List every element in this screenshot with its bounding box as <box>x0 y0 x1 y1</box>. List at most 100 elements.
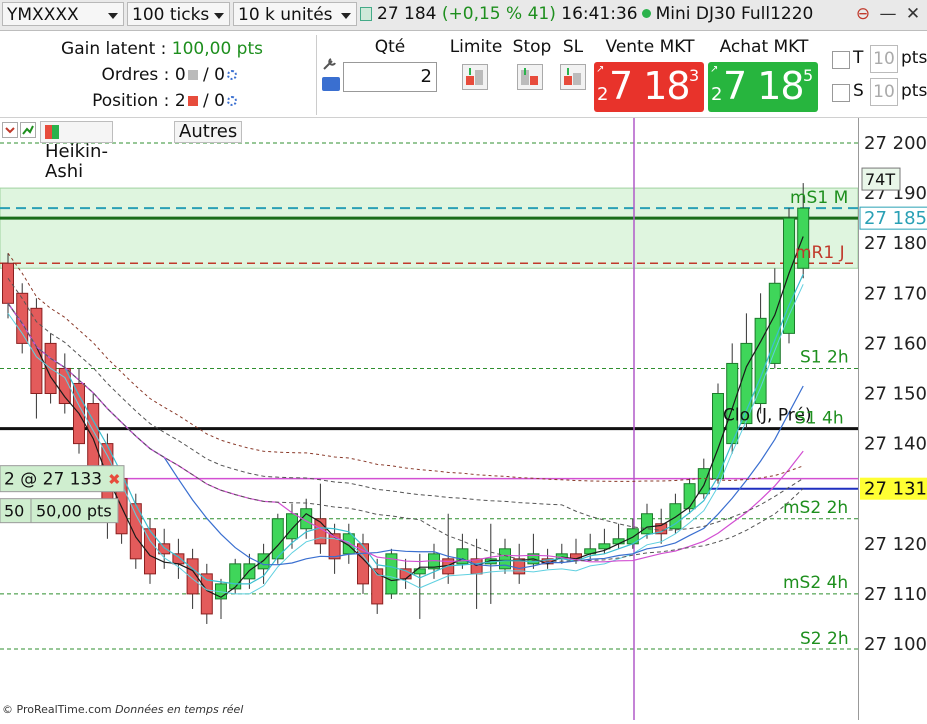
footer-brand: ProRealTime.com <box>16 703 112 716</box>
sell-market-button[interactable]: ↗ 2 7 18 3 <box>594 62 704 112</box>
limit-label: Limite <box>449 37 503 57</box>
y-tick-label: 27 120 <box>864 534 927 555</box>
y-tick-label: 27 110 <box>864 584 927 605</box>
y-tick-label: 27 180 <box>864 233 927 254</box>
candle-body <box>726 362 739 445</box>
price-chart[interactable]: mS1 MmR1 J S1 2h Clo (J, Pré) S1 4h mS2 2h mS… <box>0 118 859 720</box>
stop-order-button[interactable] <box>517 64 543 90</box>
candle-body <box>172 553 185 565</box>
buy-price-prefix: 2 <box>711 84 723 105</box>
minimize-icon[interactable]: — <box>876 3 900 25</box>
position-line: Position : 2 / 0 <box>92 91 237 111</box>
candle-body <box>286 513 298 540</box>
stop-loss-label: S <box>853 81 864 101</box>
y-tick-label: 27 100 <box>864 634 927 655</box>
level-label: S1 2h <box>800 347 849 367</box>
y-tick-label: 27 131 <box>864 479 927 500</box>
quote-time: 16:41:36 <box>561 4 638 24</box>
orders-pending: / 0 <box>203 65 225 85</box>
stop-checkbox[interactable] <box>832 84 850 102</box>
chevron-down-icon <box>108 13 118 19</box>
level-label: mS2 4h <box>783 573 848 593</box>
chevron-down-icon <box>341 13 351 19</box>
keyboard-icon[interactable] <box>322 77 340 91</box>
buy-mkt-label: Achat MKT <box>719 37 809 57</box>
limit-order-button[interactable] <box>462 64 488 90</box>
chart-canvas[interactable]: mS1 MmR1 JS1 2hClo (J, Pré)S1 4hmS2 2hmS… <box>0 118 859 720</box>
price-axis[interactable]: 27 200 27 190 27 180 27 170 27 160 27 150 27 1… <box>858 118 927 720</box>
stop-limit-order-button[interactable] <box>560 64 586 90</box>
ticks-label: 100 ticks <box>132 5 210 25</box>
candle-body <box>229 563 242 590</box>
collapse-icon[interactable] <box>2 122 18 138</box>
stop-unit: pts <box>901 81 927 101</box>
ticks-dropdown[interactable]: 100 ticks <box>127 2 230 26</box>
level-label: mR1 J <box>795 243 845 263</box>
order-arrow-icon: ↗ <box>596 64 605 75</box>
heikin-ashi-button[interactable]: Heikin-Ashi <box>40 121 113 182</box>
sell-price-main: 7 18 <box>609 64 691 108</box>
position-tag-label: 2 @ 27 133 <box>4 470 102 490</box>
chevron-down-icon <box>214 13 224 19</box>
qty-label: Qté <box>374 37 406 57</box>
candle-body <box>158 543 171 555</box>
last-price: 27 184 <box>377 4 437 24</box>
y-tick-label: 27 200 <box>864 133 927 154</box>
sl-label: SL <box>562 37 584 57</box>
stop-label: Stop <box>512 37 552 57</box>
gain-value: 100,00 pts <box>171 39 263 59</box>
candle-body <box>754 317 767 405</box>
close-position-icon[interactable] <box>187 96 198 106</box>
position-label: Position : <box>92 91 170 111</box>
stop-input[interactable]: 10 <box>870 78 898 106</box>
target-input[interactable]: 10 <box>870 45 898 73</box>
y-tick-label: 27 170 <box>864 283 927 304</box>
sell-price-prefix: 2 <box>597 84 609 105</box>
symbol-dropdown[interactable]: YMXXXX <box>2 2 124 26</box>
resistance-zone <box>0 187 859 269</box>
current-price-label: 27 185 <box>864 208 927 229</box>
others-button[interactable]: Autres <box>174 121 243 143</box>
candle-red-icon <box>45 125 52 139</box>
candle-body <box>697 468 710 495</box>
gear-icon[interactable] <box>227 70 237 80</box>
gain-line: Gain latent : 100,00 pts <box>61 39 263 59</box>
pnl-tag-label-a: 50 <box>4 502 24 521</box>
candle-body <box>612 538 625 545</box>
wrench-icon[interactable] <box>322 57 338 71</box>
order-panel: Gain latent : 100,00 pts Ordres : 0 / 0 … <box>0 31 927 118</box>
volume-label: 74T <box>865 170 895 189</box>
y-tick-label: 27 160 <box>864 333 927 354</box>
buy-price-main: 7 18 <box>723 64 805 108</box>
level-label: S2 2h <box>800 629 849 649</box>
orders-line: Ordres : 0 / 0 <box>101 65 237 85</box>
buy-market-button[interactable]: ↗ 2 7 18 5 <box>708 62 818 112</box>
quantity-input[interactable]: 2 <box>343 62 437 92</box>
close-position-icon[interactable]: ✖ <box>108 471 121 489</box>
target-checkbox[interactable] <box>832 51 850 69</box>
y-tick-label: 27 150 <box>864 384 927 405</box>
close-icon[interactable]: ✕ <box>901 3 925 25</box>
contract-name: Mini DJ30 Full1220 <box>655 4 814 24</box>
link-icon[interactable]: ⊖ <box>851 3 875 25</box>
gain-label: Gain latent : <box>61 39 167 59</box>
orders-count: 0 <box>174 65 186 85</box>
order-arrow-icon: ↗ <box>710 64 719 75</box>
price-change: (+0,15 % 41) <box>441 4 556 24</box>
position-count: 2 <box>174 91 186 111</box>
buy-price-sup: 5 <box>803 66 814 85</box>
pnl-tag-label-b: 50,00 pts <box>36 502 112 521</box>
candle-body <box>669 503 682 530</box>
footer: © ProRealTime.com Données en temps réel <box>2 703 243 716</box>
level-label: mS1 M <box>790 188 848 208</box>
top-toolbar: YMXXXX 100 ticks 10 k unités 27 184 (+0,… <box>0 0 927 31</box>
ma-fast-line <box>7 236 804 598</box>
copyright-icon: © <box>2 703 13 716</box>
gear-icon[interactable] <box>227 96 237 106</box>
units-dropdown[interactable]: 10 k unités <box>233 2 357 26</box>
candle-body <box>641 513 653 535</box>
cancel-orders-icon[interactable] <box>187 70 198 80</box>
indicator-icon[interactable] <box>20 122 36 138</box>
candle-body <box>2 262 14 304</box>
level-label: S1 4h <box>795 409 844 429</box>
